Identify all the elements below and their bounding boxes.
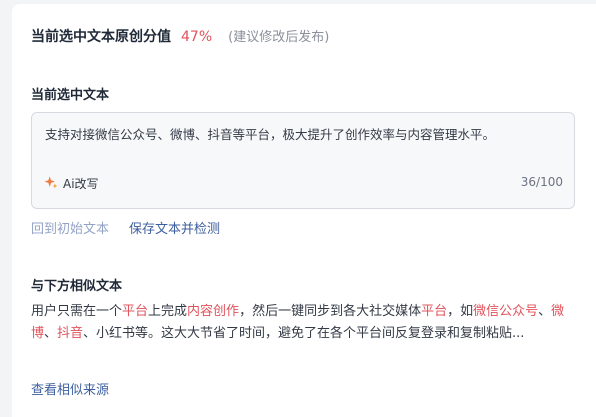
- selected-text-editor[interactable]: 支持对接微信公众号、微博、抖音等平台，极大提升了创作效率与内容管理水平。 Ai改…: [31, 112, 575, 209]
- similar-text-title: 与下方相似文本: [31, 279, 123, 294]
- save-and-check-link[interactable]: 保存文本并检测: [129, 218, 220, 237]
- view-similar-source-link[interactable]: 查看相似来源: [31, 379, 109, 398]
- similar-text-highlight: 微信公众号: [473, 304, 539, 319]
- similar-text-highlight: 抖音: [57, 326, 84, 341]
- originality-score-row: 当前选中文本原创分值 47% (建议修改后发布): [31, 26, 329, 46]
- originality-score-value: 47%: [181, 29, 213, 45]
- sparkle-icon: [44, 174, 58, 193]
- ai-rewrite-button[interactable]: Ai改写: [44, 174, 99, 193]
- selected-text-title: 当前选中文本: [31, 88, 110, 103]
- similar-text-segment: 用户只需在一个: [31, 304, 123, 319]
- similar-text-segment: ，如: [447, 304, 474, 319]
- ai-rewrite-label: Ai改写: [63, 177, 99, 191]
- character-counter: 36/100: [520, 175, 563, 189]
- similar-text-segment: 、小红书等。这大大节省了时间，避免了在各个平台间反复登录和复制粘贴...: [83, 326, 525, 341]
- similar-text-highlight: 平台: [421, 304, 448, 319]
- similar-text-segment: 上完成: [148, 304, 188, 319]
- similar-text-segment: ，然后一键同步到各大社交媒体: [239, 304, 422, 319]
- similar-text-segment: 、: [44, 326, 58, 341]
- similar-text-content: 用户只需在一个平台上完成内容创作，然后一键同步到各大社交媒体平台，如微信公众号、…: [31, 301, 583, 345]
- originality-panel: 当前选中文本原创分值 47% (建议修改后发布) 当前选中文本 支持对接微信公众…: [12, 4, 596, 417]
- reset-text-link[interactable]: 回到初始文本: [31, 218, 109, 237]
- similar-text-segment: 、: [538, 304, 552, 319]
- similar-text-highlight: 内容创作: [187, 304, 240, 319]
- selected-text-content[interactable]: 支持对接微信公众号、微博、抖音等平台，极大提升了创作效率与内容管理水平。: [45, 124, 495, 143]
- originality-score-hint: (建议修改后发布): [228, 30, 330, 45]
- originality-score-label: 当前选中文本原创分值: [31, 29, 171, 45]
- editor-actions: 回到初始文本 保存文本并检测: [31, 218, 220, 237]
- similar-text-highlight: 平台: [122, 304, 149, 319]
